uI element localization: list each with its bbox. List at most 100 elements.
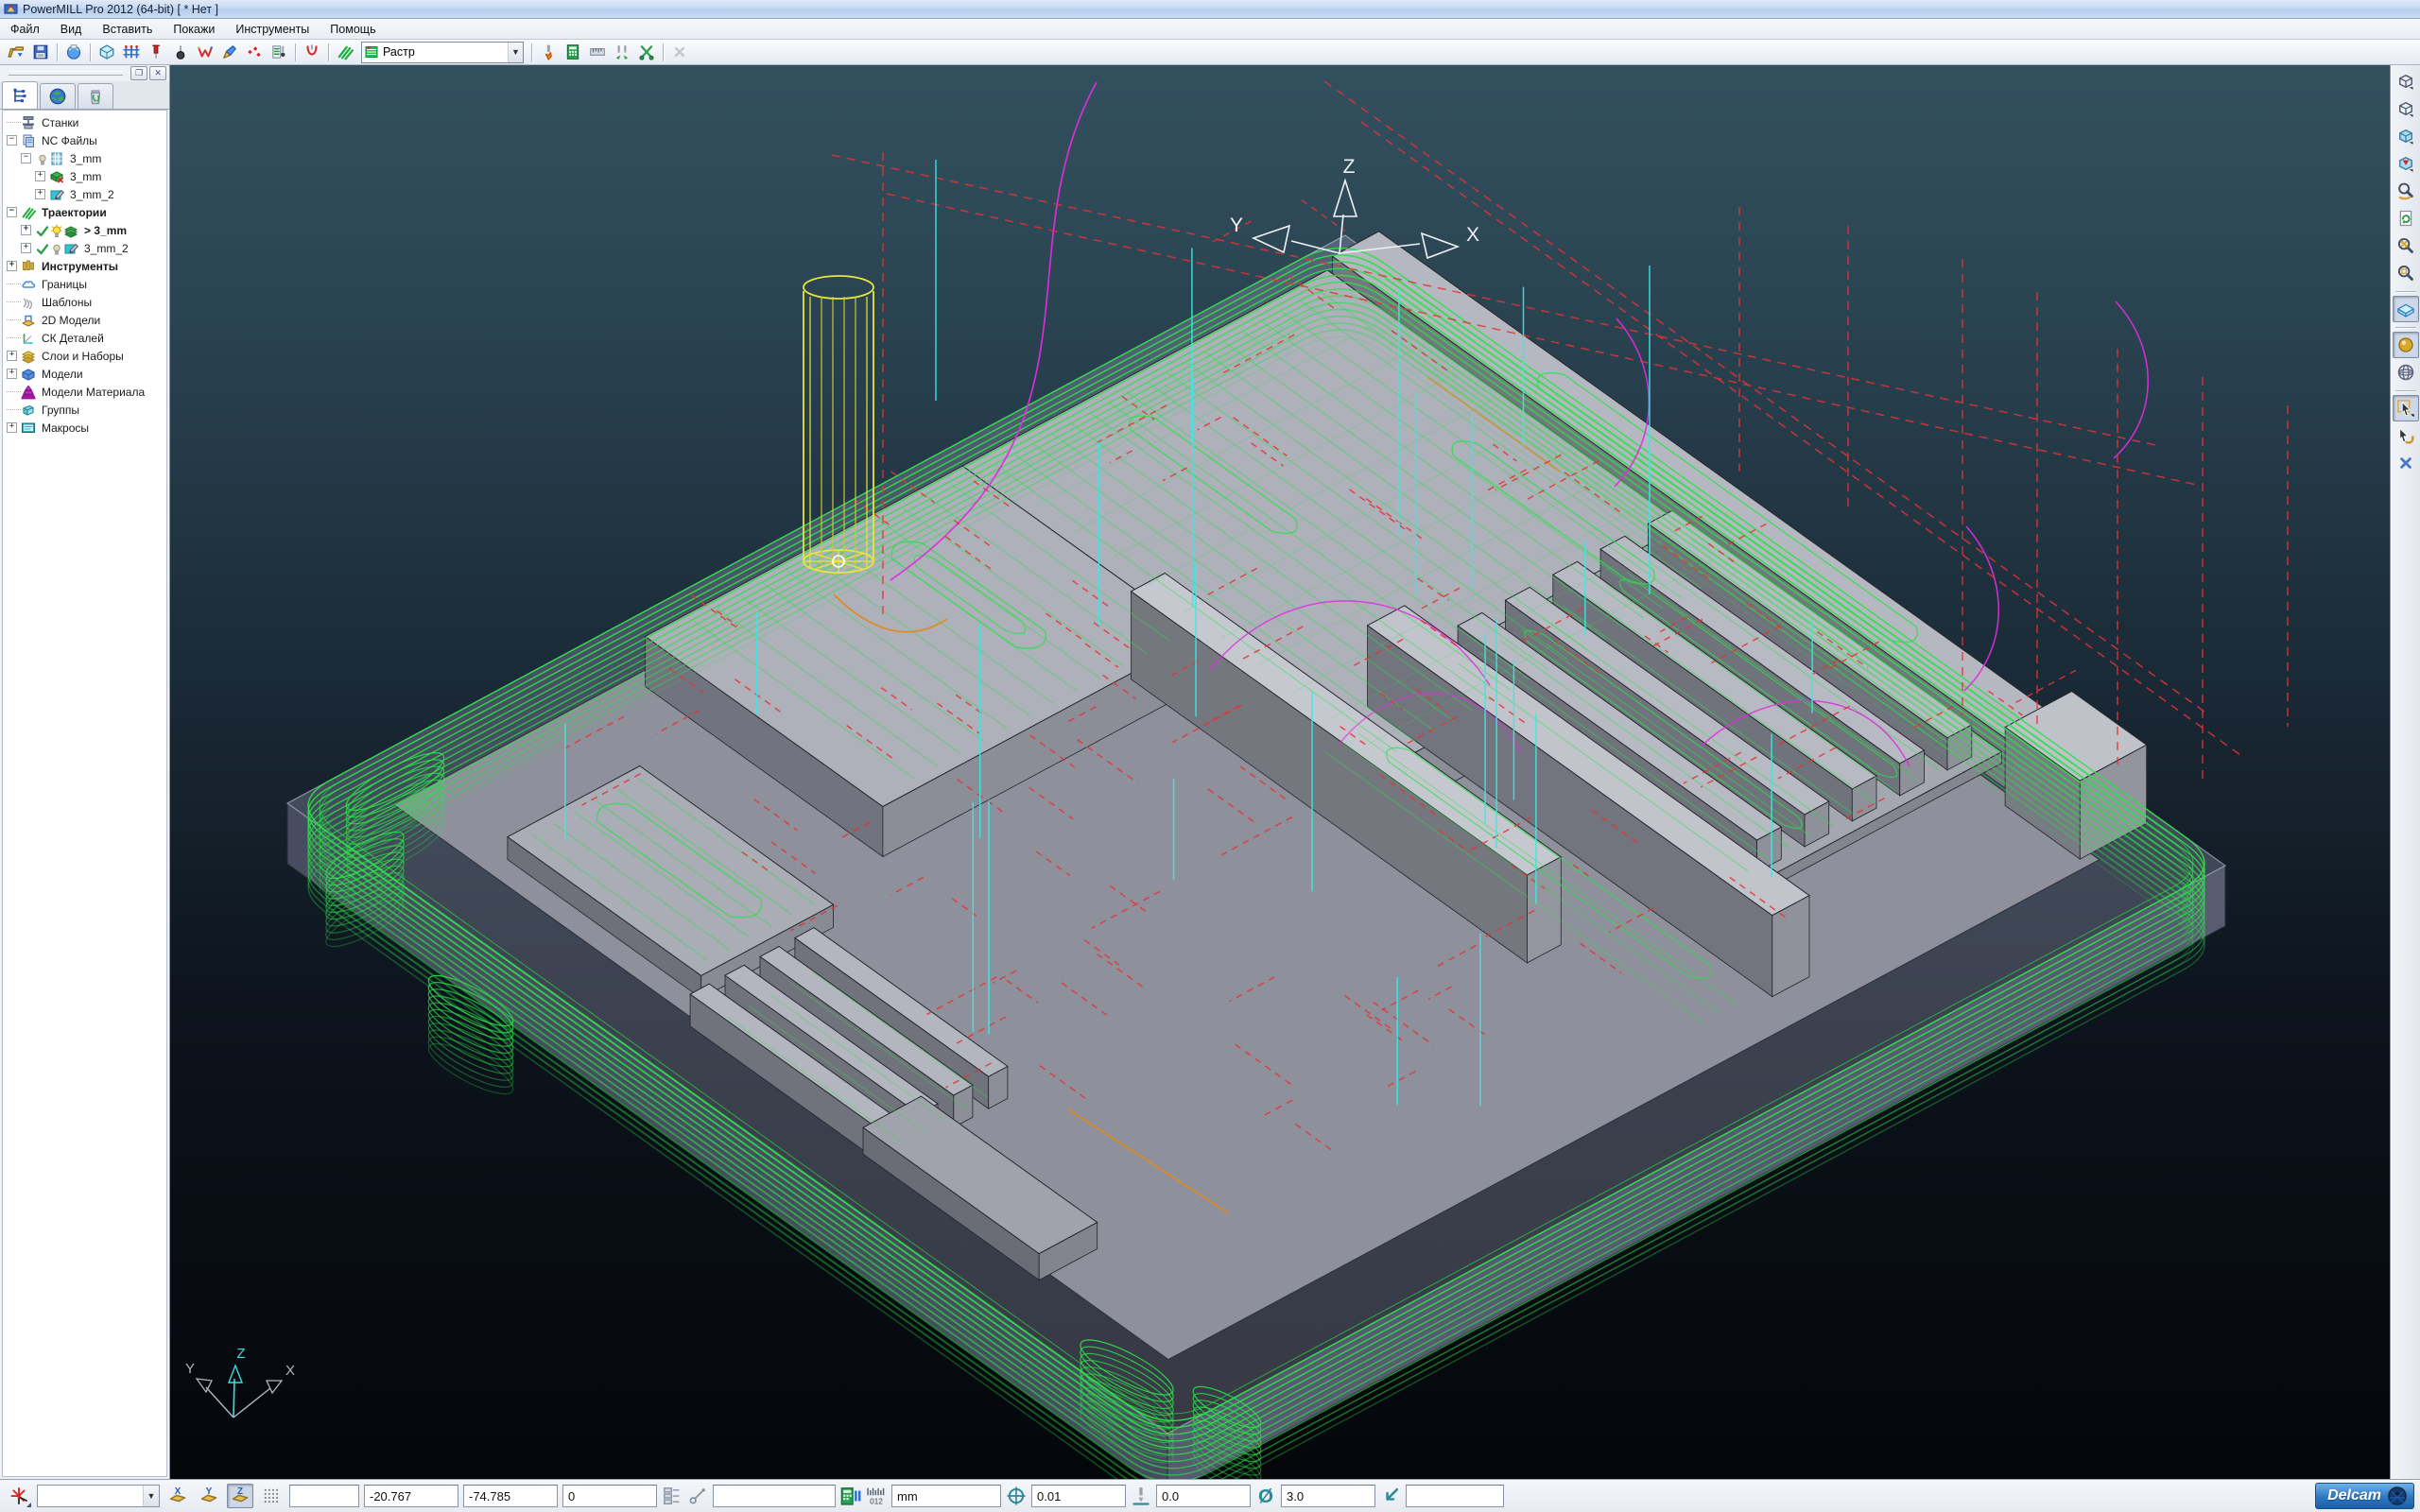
collapse-icon[interactable]: −	[21, 153, 31, 163]
expand-icon[interactable]: +	[35, 189, 45, 199]
rapid-heights-button[interactable]	[119, 41, 144, 64]
shaded-model-button[interactable]	[2393, 332, 2419, 358]
block-setup-button[interactable]	[95, 41, 119, 64]
calculator-button[interactable]	[561, 41, 585, 64]
wireframe-button[interactable]	[2393, 359, 2419, 386]
close-panel-button[interactable]: ✕	[149, 66, 166, 80]
bulb-on-icon[interactable]	[49, 224, 61, 236]
zoom-box-button[interactable]	[2393, 260, 2419, 286]
plane-x-button[interactable]: X	[164, 1484, 191, 1508]
explorer-tab[interactable]	[2, 81, 38, 109]
strategy-combo[interactable]: Растр▼	[361, 42, 524, 63]
web-tab[interactable]	[40, 83, 76, 109]
expand-icon[interactable]: +	[7, 369, 17, 379]
select-box-button[interactable]	[2393, 395, 2419, 421]
zoom-to-fit-button[interactable]	[2393, 232, 2419, 259]
menu-item[interactable]: Файл	[0, 21, 50, 38]
tree-item[interactable]: Модели Материала	[3, 383, 166, 401]
tree-item[interactable]: +Инструменты	[3, 257, 166, 275]
toolpath-strategies-button[interactable]	[333, 41, 357, 64]
nc-program-button[interactable]	[267, 41, 291, 64]
plane-y-button[interactable]: Y	[196, 1484, 222, 1508]
tree-item[interactable]: +3_mm_2	[3, 185, 166, 203]
open-project-button[interactable]	[4, 41, 28, 64]
iso1-view-button[interactable]	[2393, 68, 2419, 94]
tool-diameter-field[interactable]: 3.0	[1281, 1485, 1375, 1507]
show-block-button[interactable]	[2393, 296, 2419, 322]
menu-item[interactable]: Помощь	[320, 21, 386, 38]
simulation-button[interactable]	[536, 41, 561, 64]
combo-arrow-icon[interactable]: ▼	[508, 43, 523, 62]
iso2-view-button[interactable]	[2393, 95, 2419, 122]
workplane-origin-button[interactable]	[6, 1484, 32, 1508]
check-icon[interactable]	[35, 242, 47, 254]
snap-field[interactable]	[1406, 1485, 1504, 1507]
feeds-speeds-button[interactable]	[300, 41, 324, 64]
grid-size-field[interactable]	[289, 1485, 359, 1507]
tree-item[interactable]: +Модели	[3, 365, 166, 383]
print-button[interactable]	[61, 41, 86, 64]
cursor-x-field[interactable]: -20.767	[364, 1485, 458, 1507]
bulb-off-icon[interactable]	[35, 152, 47, 164]
tree-item[interactable]: +3_mm_2	[3, 239, 166, 257]
previous-view-button[interactable]	[2393, 178, 2419, 204]
tree-item[interactable]: +Макросы	[3, 419, 166, 437]
refresh-view-button[interactable]	[2393, 205, 2419, 232]
collapse-icon[interactable]: −	[7, 135, 17, 146]
tree-item[interactable]: −Траектории	[3, 203, 166, 221]
menu-item[interactable]: Вставить	[92, 21, 163, 38]
bulb-off-icon[interactable]	[49, 242, 61, 254]
tree-item[interactable]: Границы	[3, 275, 166, 293]
grid-button[interactable]	[258, 1484, 285, 1508]
view-down-z-button[interactable]	[2393, 150, 2419, 177]
menu-item[interactable]: Вид	[50, 21, 93, 38]
float-panel-button[interactable]: ❐	[130, 66, 147, 80]
close-toolbar-button[interactable]	[2393, 450, 2419, 476]
titlebar[interactable]: PowerMILL Pro 2012 (64-bit) [ * Нет ]	[0, 0, 2420, 19]
recycle-tab[interactable]	[78, 83, 113, 109]
plane-z-button[interactable]: Z	[227, 1484, 253, 1508]
units-field[interactable]: mm	[891, 1485, 1001, 1507]
start-points-button[interactable]	[242, 41, 267, 64]
tool-button[interactable]	[144, 41, 168, 64]
tree-item[interactable]: +> 3_mm	[3, 221, 166, 239]
tree-item[interactable]: СК Деталей	[3, 329, 166, 347]
workplane-combo[interactable]: ▼	[37, 1485, 160, 1507]
menu-item[interactable]: Покажи	[163, 21, 225, 38]
tree-item[interactable]: +3_mm	[3, 167, 166, 185]
expand-icon[interactable]: +	[21, 225, 31, 235]
collapse-icon[interactable]: −	[7, 207, 17, 217]
tool-assembly-button[interactable]	[168, 41, 193, 64]
leads-links-button[interactable]	[193, 41, 217, 64]
expand-icon[interactable]: +	[35, 171, 45, 181]
thickness-field[interactable]: 0.0	[1156, 1485, 1251, 1507]
tree-item[interactable]: Станки	[3, 113, 166, 131]
expand-icon[interactable]: +	[7, 351, 17, 361]
tree-item[interactable]: −3_mm	[3, 149, 166, 167]
clipboard-button[interactable]	[634, 41, 659, 64]
undo-select-button[interactable]	[2393, 422, 2419, 449]
tool-change-button[interactable]	[610, 41, 634, 64]
tolerance-field[interactable]: 0.01	[1031, 1485, 1126, 1507]
tree-item[interactable]: Группы	[3, 401, 166, 419]
toolpath-edit-button[interactable]	[217, 41, 242, 64]
position-field[interactable]	[713, 1485, 836, 1507]
measure-button[interactable]	[585, 41, 610, 64]
tree-item[interactable]: Шаблоны	[3, 293, 166, 311]
shaded-view-button[interactable]	[2393, 123, 2419, 149]
combo-arrow-icon[interactable]: ▼	[143, 1486, 159, 1506]
tree-item[interactable]: +Слои и Наборы	[3, 347, 166, 365]
check-icon[interactable]	[35, 224, 47, 236]
close-button[interactable]	[667, 41, 692, 64]
save-project-button[interactable]	[28, 41, 53, 64]
viewport-3d[interactable]: ZYXZYX	[170, 65, 2390, 1479]
cursor-z-field[interactable]: 0	[562, 1485, 657, 1507]
expand-icon[interactable]: +	[21, 243, 31, 253]
panel-grip[interactable]	[9, 71, 123, 76]
expand-icon[interactable]: +	[7, 422, 17, 433]
tree-item[interactable]: 2D Модели	[3, 311, 166, 329]
tree-item[interactable]: −NC Файлы	[3, 131, 166, 149]
menu-item[interactable]: Инструменты	[225, 21, 320, 38]
expand-icon[interactable]: +	[7, 261, 17, 271]
cursor-y-field[interactable]: -74.785	[463, 1485, 558, 1507]
